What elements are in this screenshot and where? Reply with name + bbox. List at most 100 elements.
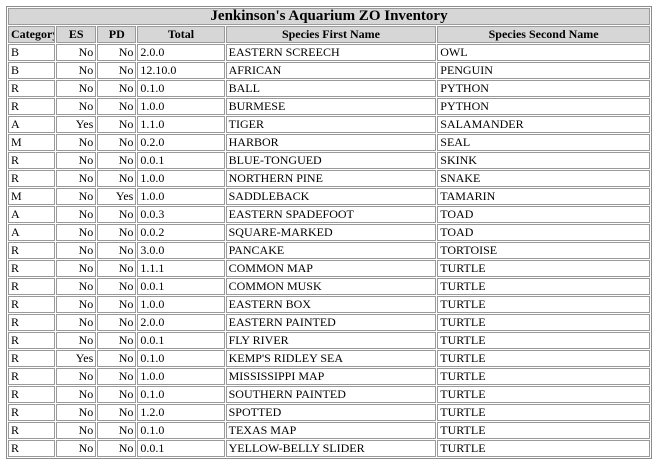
pd-cell: No (97, 98, 137, 115)
total-cell: 0.1.0 (137, 350, 225, 367)
es-cell: No (56, 296, 97, 313)
table-row: M No No 0.2.0 HARBOR SEAL (8, 134, 650, 151)
total-cell: 1.0.0 (137, 170, 225, 187)
species-first-name-cell: BLUE-TONGUED (225, 152, 437, 169)
species-first-name-cell: BALL (225, 80, 437, 97)
table-row: R No No 1.0.0 NORTHERN PINE SNAKE (8, 170, 650, 187)
pd-cell: No (97, 332, 137, 349)
category-cell: R (8, 242, 56, 259)
species-second-name-cell: SEAL (437, 134, 650, 151)
table-row: R No No 1.0.0 BURMESE PYTHON (8, 98, 650, 115)
species-second-name-cell: TORTOISE (437, 242, 650, 259)
category-cell: B (8, 44, 56, 61)
category-cell: B (8, 62, 56, 79)
es-cell: No (56, 332, 97, 349)
species-second-name-cell: TURTLE (437, 314, 650, 331)
species-second-name-cell: TURTLE (437, 404, 650, 421)
total-cell: 1.2.0 (137, 404, 225, 421)
species-first-name-cell: PANCAKE (225, 242, 437, 259)
pd-cell: No (97, 404, 137, 421)
header-row: Category ES PD Total Species First Name … (8, 26, 650, 43)
category-cell: R (8, 278, 56, 295)
table-row: R No No 1.1.1 COMMON MAP TURTLE (8, 260, 650, 277)
es-cell: No (56, 278, 97, 295)
species-first-name-cell: SADDLEBACK (225, 188, 437, 205)
total-cell: 1.0.0 (137, 368, 225, 385)
species-second-name-cell: TURTLE (437, 332, 650, 349)
es-cell: No (56, 80, 97, 97)
category-cell: R (8, 170, 56, 187)
es-cell: No (56, 224, 97, 241)
total-cell: 0.0.1 (137, 332, 225, 349)
species-second-name-cell: PENGUIN (437, 62, 650, 79)
species-second-name-cell: PYTHON (437, 80, 650, 97)
species-second-name-cell: TAMARIN (437, 188, 650, 205)
species-first-name-cell: KEMP'S RIDLEY SEA (225, 350, 437, 367)
table-row: R No No 1.0.0 EASTERN BOX TURTLE (8, 296, 650, 313)
total-cell: 1.0.0 (137, 188, 225, 205)
species-first-name-cell: SPOTTED (225, 404, 437, 421)
table-row: M No Yes 1.0.0 SADDLEBACK TAMARIN (8, 188, 650, 205)
inventory-table: Jenkinson's Aquarium ZO Inventory Catego… (6, 6, 652, 459)
pd-cell: No (97, 386, 137, 403)
es-cell: No (56, 242, 97, 259)
es-cell: No (56, 98, 97, 115)
species-second-name-cell: TURTLE (437, 278, 650, 295)
category-cell: R (8, 260, 56, 277)
pd-cell: No (97, 152, 137, 169)
species-second-name-cell: TURTLE (437, 296, 650, 313)
es-cell: No (56, 62, 97, 79)
es-cell: No (56, 386, 97, 403)
column-header-category: Category (8, 26, 56, 43)
species-second-name-cell: SKINK (437, 152, 650, 169)
pd-cell: Yes (97, 188, 137, 205)
table-body: B No No 2.0.0 EASTERN SCREECH OWL B No No 12.10.0… (8, 44, 650, 457)
species-first-name-cell: EASTERN BOX (225, 296, 437, 313)
species-first-name-cell: EASTERN SPADEFOOT (225, 206, 437, 223)
total-cell: 1.0.0 (137, 296, 225, 313)
table-title: Jenkinson's Aquarium ZO Inventory (8, 8, 650, 25)
es-cell: No (56, 404, 97, 421)
species-first-name-cell: FLY RIVER (225, 332, 437, 349)
column-header-species-second-name: Species Second Name (437, 26, 650, 43)
table-row: R No No 0.1.0 TEXAS MAP TURTLE (8, 422, 650, 439)
species-first-name-cell: BURMESE (225, 98, 437, 115)
species-first-name-cell: TEXAS MAP (225, 422, 437, 439)
es-cell: No (56, 188, 97, 205)
category-cell: M (8, 188, 56, 205)
total-cell: 2.0.0 (137, 44, 225, 61)
es-cell: Yes (56, 116, 97, 133)
species-first-name-cell: NORTHERN PINE (225, 170, 437, 187)
total-cell: 0.0.1 (137, 278, 225, 295)
total-cell: 0.2.0 (137, 134, 225, 151)
es-cell: No (56, 44, 97, 61)
species-second-name-cell: TURTLE (437, 422, 650, 439)
category-cell: A (8, 206, 56, 223)
category-cell: R (8, 404, 56, 421)
es-cell: No (56, 170, 97, 187)
total-cell: 1.0.0 (137, 98, 225, 115)
es-cell: No (56, 422, 97, 439)
species-first-name-cell: TIGER (225, 116, 437, 133)
total-cell: 0.0.1 (137, 152, 225, 169)
total-cell: 1.1.0 (137, 116, 225, 133)
table-row: B No No 12.10.0 AFRICAN PENGUIN (8, 62, 650, 79)
pd-cell: No (97, 260, 137, 277)
category-cell: R (8, 98, 56, 115)
pd-cell: No (97, 206, 137, 223)
species-second-name-cell: TURTLE (437, 368, 650, 385)
species-first-name-cell: HARBOR (225, 134, 437, 151)
table-row: R No No 1.2.0 SPOTTED TURTLE (8, 404, 650, 421)
species-second-name-cell: SNAKE (437, 170, 650, 187)
category-cell: R (8, 314, 56, 331)
table-row: A No No 0.0.2 SQUARE-MARKED TOAD (8, 224, 650, 241)
pd-cell: No (97, 296, 137, 313)
table-row: R No No 3.0.0 PANCAKE TORTOISE (8, 242, 650, 259)
table-row: R No No 0.1.0 SOUTHERN PAINTED TURTLE (8, 386, 650, 403)
total-cell: 0.1.0 (137, 386, 225, 403)
total-cell: 0.0.3 (137, 206, 225, 223)
category-cell: R (8, 422, 56, 439)
category-cell: R (8, 368, 56, 385)
species-second-name-cell: OWL (437, 44, 650, 61)
table-row: A No No 0.0.3 EASTERN SPADEFOOT TOAD (8, 206, 650, 223)
